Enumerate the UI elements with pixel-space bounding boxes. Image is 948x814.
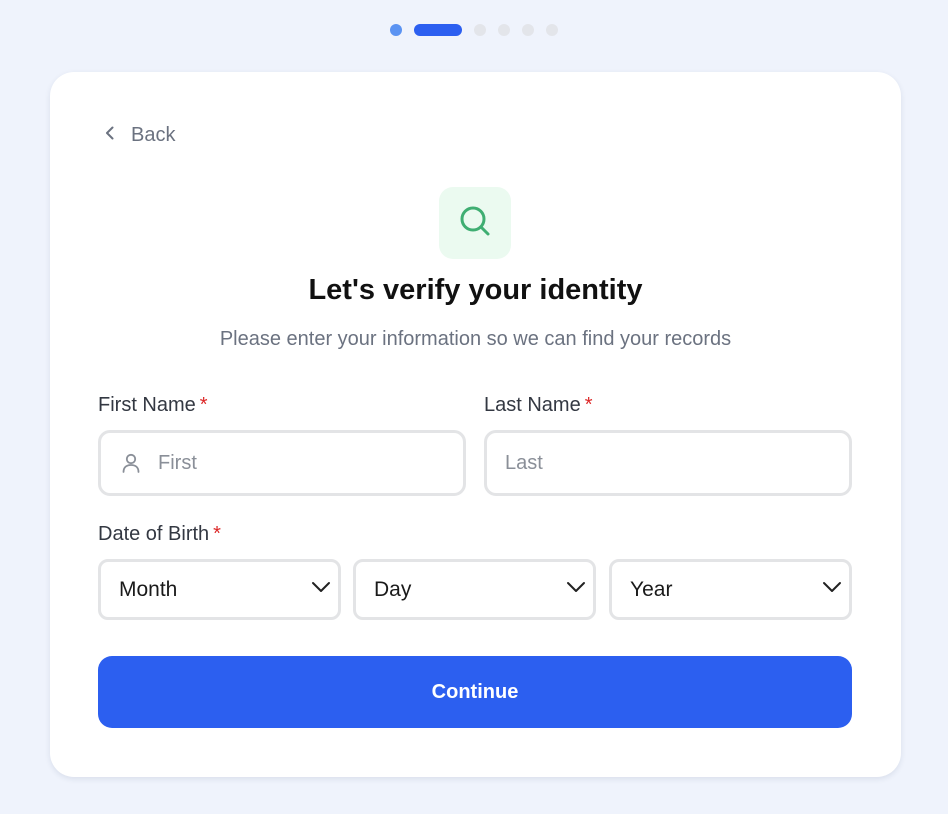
step-indicator-2-current [414,24,462,36]
user-icon [120,452,142,474]
required-asterisk: * [199,394,208,416]
required-asterisk: * [584,394,593,416]
day-select[interactable]: Day [353,559,596,620]
month-select-value: Month [119,577,178,601]
step-indicator-4 [498,24,510,36]
step-progress [0,24,948,36]
month-select[interactable]: Month [98,559,341,620]
first-name-label: First Name * [98,394,208,417]
continue-label: Continue [431,680,519,703]
chevron-down-icon [565,576,587,604]
first-name-field[interactable]: First [98,430,466,496]
chevron-down-icon [310,576,332,604]
chevron-down-icon [821,576,843,604]
continue-button[interactable]: Continue [98,656,852,728]
first-name-label-text: First Name [98,394,196,416]
page-title: Let's verify your identity [308,274,643,306]
step-indicator-6 [546,24,558,36]
verify-identity-card: Back Let's verify your identity Please e… [50,72,901,777]
last-name-field[interactable]: Last [484,430,852,496]
step-indicator-5 [522,24,534,36]
last-name-label-text: Last Name [484,394,581,416]
year-select-value: Year [630,577,673,601]
chevron-left-icon [102,124,118,147]
step-indicator-3 [474,24,486,36]
back-label: Back [131,124,176,146]
back-button[interactable]: Back [102,124,175,147]
required-asterisk: * [213,523,221,545]
date-of-birth-label: Date of Birth * [98,523,221,546]
search-icon [458,204,492,243]
step-indicator-1-completed [390,24,402,36]
last-name-placeholder: Last [505,451,543,474]
first-name-placeholder: First [158,451,197,474]
day-select-value: Day [374,577,412,601]
year-select[interactable]: Year [609,559,852,620]
date-of-birth-label-text: Date of Birth [98,523,210,545]
page-subtitle: Please enter your information so we can … [219,328,732,350]
search-icon-badge [439,187,511,259]
last-name-label: Last Name * [484,394,593,417]
